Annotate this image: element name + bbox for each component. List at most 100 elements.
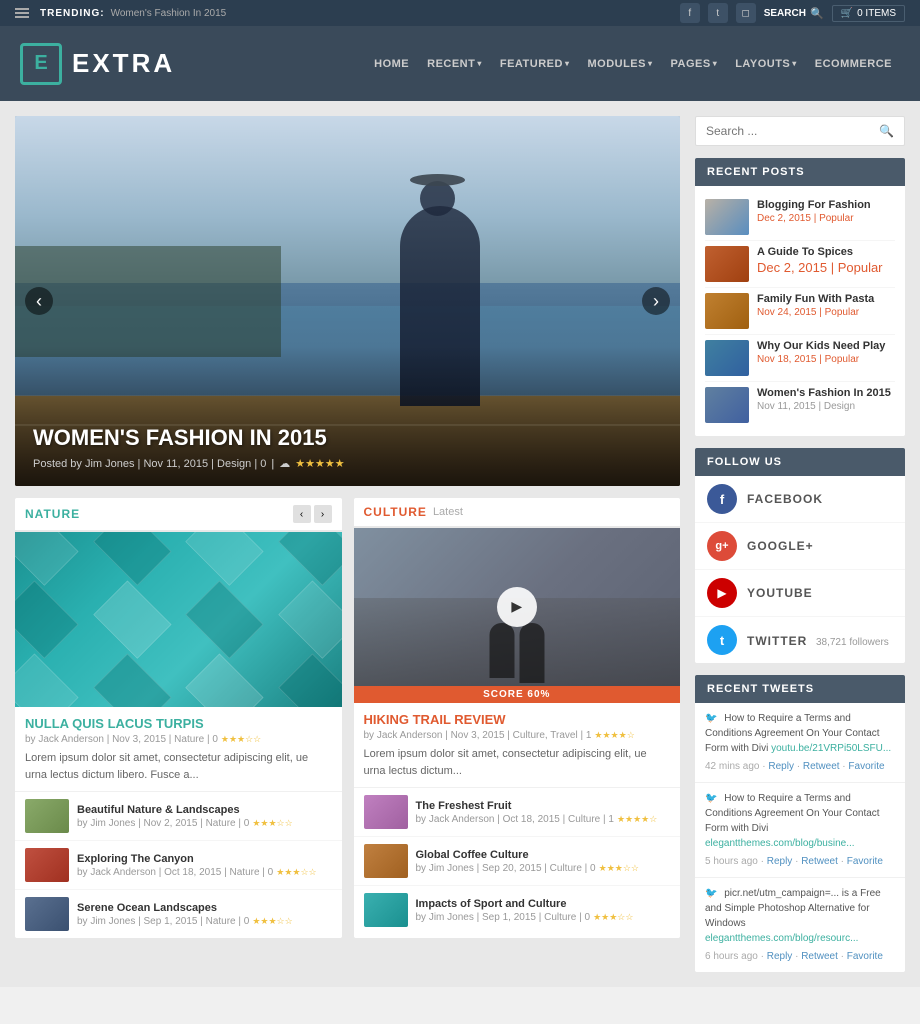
follow-us-header: FOLLOW US xyxy=(695,448,905,476)
googleplus-follow-icon: g+ xyxy=(707,531,737,561)
tweet-retweet-link[interactable]: Retweet xyxy=(803,761,840,772)
nav-home[interactable]: HOME xyxy=(366,52,417,76)
recent-post-thumb xyxy=(705,293,749,329)
hero-meta: Posted by Jim Jones | Nov 11, 2015 | Des… xyxy=(33,457,662,470)
nature-prev-button[interactable]: ‹ xyxy=(293,505,311,523)
list-item: Women's Fashion In 2015 Nov 11, 2015 | D… xyxy=(705,382,895,428)
tweet-retweet-link[interactable]: Retweet xyxy=(801,856,838,867)
culture-article-excerpt: Lorem ipsum dolor sit amet, consectetur … xyxy=(354,741,681,787)
twitter-icon[interactable]: t xyxy=(708,3,728,23)
sub-article-title[interactable]: Impacts of Sport and Culture xyxy=(416,898,671,910)
sub-article-meta: by Jim Jones | Sep 20, 2015 | Culture | … xyxy=(416,863,671,874)
tweet-link[interactable]: elegantthemes.com/blog/busine... xyxy=(705,838,855,849)
sub-article-thumb xyxy=(25,799,69,833)
tweet-time: 6 hours ago xyxy=(705,951,758,962)
nav-ecommerce[interactable]: ECOMMERCE xyxy=(807,52,900,76)
tweet-item: 🐦 How to Require a Terms and Conditions … xyxy=(695,783,905,878)
recent-post-title[interactable]: Family Fun With Pasta xyxy=(757,293,895,305)
nature-article-meta: by Jack Anderson | Nov 3, 2015 | Nature … xyxy=(15,734,342,745)
recent-posts-widget: RECENT POSTS Blogging For Fashion Dec 2,… xyxy=(695,158,905,436)
recent-post-title[interactable]: Women's Fashion In 2015 xyxy=(757,387,895,399)
play-icon: ▶ xyxy=(497,587,537,627)
culture-sub-articles: The Freshest Fruit by Jack Anderson | Oc… xyxy=(354,787,681,934)
recent-post-thumb xyxy=(705,387,749,423)
tweet-reply-link[interactable]: Reply xyxy=(767,856,793,867)
list-item: Serene Ocean Landscapes by Jim Jones | S… xyxy=(15,890,342,938)
tweet-link[interactable]: elegantthemes.com/blog/resourc... xyxy=(705,933,858,944)
sub-article-title[interactable]: The Freshest Fruit xyxy=(416,800,671,812)
tweet-favorite-link[interactable]: Favorite xyxy=(847,951,883,962)
nav-recent[interactable]: RECENT ▾ xyxy=(419,52,490,76)
tweet-actions: 42 mins ago · Reply · Retweet · Favorite xyxy=(705,759,895,774)
sidebar-search-input[interactable] xyxy=(706,124,879,138)
recent-post-meta: Dec 2, 2015 | Popular xyxy=(757,260,895,275)
tweet-favorite-link[interactable]: Favorite xyxy=(848,761,884,772)
list-item: Beautiful Nature & Landscapes by Jim Jon… xyxy=(15,792,342,841)
recent-tweets-header: RECENT TWEETS xyxy=(695,675,905,703)
nature-sub-articles: Beautiful Nature & Landscapes by Jim Jon… xyxy=(15,791,342,938)
nature-article-title[interactable]: NULLA QUIS LACUS TURPIS xyxy=(15,707,342,734)
follow-facebook[interactable]: f FACEBOOK xyxy=(695,476,905,523)
culture-section-sub: Latest xyxy=(433,506,463,518)
nav-pages[interactable]: PAGES ▾ xyxy=(662,52,725,76)
follow-youtube[interactable]: ▶ YOUTUBE xyxy=(695,570,905,617)
sub-article-title[interactable]: Exploring The Canyon xyxy=(77,853,332,865)
recent-post-thumb xyxy=(705,246,749,282)
tweet-favorite-link[interactable]: Favorite xyxy=(847,856,883,867)
culture-section-header: CULTURE Latest xyxy=(354,498,681,528)
tweet-time: 42 mins ago xyxy=(705,761,759,772)
tweet-actions: 6 hours ago · Reply · Retweet · Favorite xyxy=(705,949,895,964)
logo[interactable]: E EXTRA xyxy=(20,43,175,85)
two-col-section: NATURE ‹ › xyxy=(15,498,680,938)
tweet-item: 🐦 How to Require a Terms and Conditions … xyxy=(695,703,905,783)
search-icon: 🔍 xyxy=(879,124,894,138)
slider-prev-button[interactable]: ‹ xyxy=(25,287,53,315)
youtube-follow-label: YOUTUBE xyxy=(747,586,813,600)
sub-article-meta: by Jim Jones | Sep 1, 2015 | Nature | 0 … xyxy=(77,916,332,927)
nav-featured[interactable]: FEATURED ▾ xyxy=(492,52,578,76)
follow-googleplus[interactable]: g+ GOOGLE+ xyxy=(695,523,905,570)
sub-article-title[interactable]: Beautiful Nature & Landscapes xyxy=(77,804,332,816)
list-item: Why Our Kids Need Play Nov 18, 2015 | Po… xyxy=(705,335,895,382)
tweet-link[interactable]: youtu.be/21VRPi50LSFU... xyxy=(771,743,891,754)
slider-next-button[interactable]: › xyxy=(642,287,670,315)
culture-video-thumb[interactable]: ▶ SCORE 60% xyxy=(354,528,681,703)
recent-post-title[interactable]: A Guide To Spices xyxy=(757,246,895,258)
follow-us-body: f FACEBOOK g+ GOOGLE+ ▶ YOUTUBE t TWITTE… xyxy=(695,476,905,663)
follow-twitter[interactable]: t TWITTER 38,721 followers xyxy=(695,617,905,663)
hero-content: WOMEN'S FASHION IN 2015 Posted by Jim Jo… xyxy=(15,409,680,486)
cart-button[interactable]: 🛒 0 ITEMS xyxy=(832,5,905,22)
tweet-retweet-link[interactable]: Retweet xyxy=(801,951,838,962)
instagram-icon[interactable]: ◻ xyxy=(736,3,756,23)
recent-post-title[interactable]: Blogging For Fashion xyxy=(757,199,895,211)
facebook-icon[interactable]: f xyxy=(680,3,700,23)
list-item: Impacts of Sport and Culture by Jim Jone… xyxy=(354,886,681,934)
sub-article-thumb xyxy=(364,844,408,878)
sub-article-meta: by Jack Anderson | Oct 18, 2015 | Cultur… xyxy=(416,814,671,825)
search-button[interactable]: SEARCH 🔍 xyxy=(764,7,824,20)
top-bar: TRENDING: Women's Fashion In 2015 f t ◻ … xyxy=(0,0,920,26)
tweet-item: 🐦 picr.net/utm_campaign=... is a Free an… xyxy=(695,878,905,972)
hamburger-icon[interactable] xyxy=(15,8,29,18)
youtube-follow-icon: ▶ xyxy=(707,578,737,608)
nature-section-title: NATURE xyxy=(25,507,80,521)
recent-post-title[interactable]: Why Our Kids Need Play xyxy=(757,340,895,352)
nature-section: NATURE ‹ › xyxy=(15,498,342,938)
culture-article-title[interactable]: HIKING TRAIL REVIEW xyxy=(354,703,681,730)
sub-article-title[interactable]: Global Coffee Culture xyxy=(416,849,671,861)
twitter-follow-icon: t xyxy=(707,625,737,655)
tweet-reply-link[interactable]: Reply xyxy=(768,761,794,772)
cart-icon: 🛒 xyxy=(841,8,853,19)
nature-next-button[interactable]: › xyxy=(314,505,332,523)
culture-section: CULTURE Latest ▶ SCORE 60% HIKING xyxy=(354,498,681,938)
recent-post-meta: Nov 11, 2015 | Design xyxy=(757,401,895,412)
nav-modules[interactable]: MODULES ▾ xyxy=(579,52,660,76)
logo-icon: E xyxy=(20,43,62,85)
list-item: Global Coffee Culture by Jim Jones | Sep… xyxy=(354,837,681,886)
nav-layouts[interactable]: LAYOUTS ▾ xyxy=(727,52,805,76)
tweet-reply-link[interactable]: Reply xyxy=(767,951,793,962)
sub-article-title[interactable]: Serene Ocean Landscapes xyxy=(77,902,332,914)
sub-article-meta: by Jack Anderson | Oct 18, 2015 | Nature… xyxy=(77,867,332,878)
tweet-bird-icon: 🐦 xyxy=(705,713,717,724)
main-nav: HOME RECENT ▾ FEATURED ▾ MODULES ▾ PAGES… xyxy=(366,52,900,76)
